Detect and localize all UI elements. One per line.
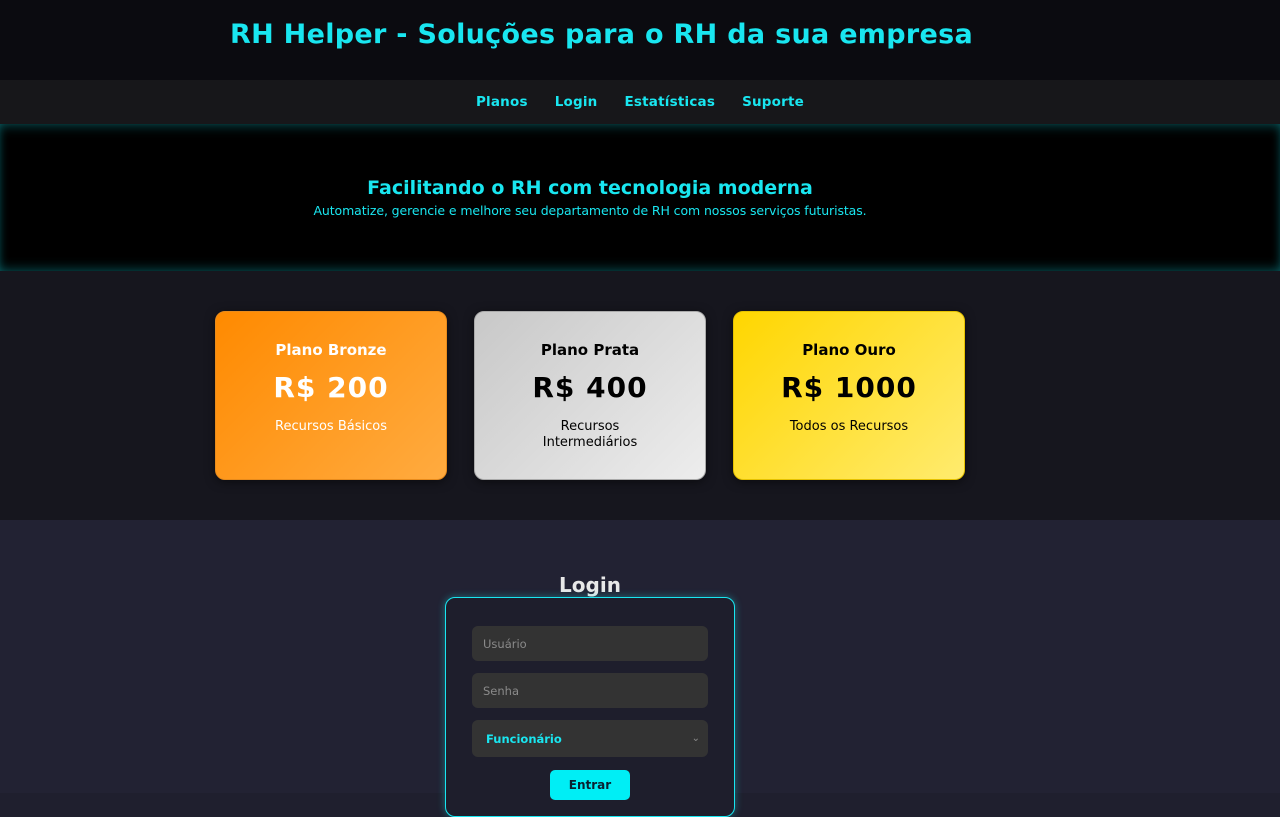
hero-subtitle: Automatize, gerencie e melhore seu depar… bbox=[313, 203, 867, 218]
hero-section: Facilitando o RH com tecnologia moderna … bbox=[0, 124, 1280, 271]
nav-item-login[interactable]: Login bbox=[555, 94, 598, 110]
chevron-down-icon: ⌄ bbox=[691, 733, 700, 744]
main-nav: Planos Login Estatísticas Suporte bbox=[0, 80, 1280, 124]
plan-price: R$ 200 bbox=[273, 371, 389, 404]
role-select[interactable]: Funcionário ⌄ bbox=[472, 720, 708, 757]
plan-name: Plano Bronze bbox=[275, 341, 387, 359]
plan-description: Todos os Recursos bbox=[789, 419, 909, 434]
plan-description: Recursos Intermediários bbox=[542, 419, 638, 450]
plan-name: Plano Prata bbox=[540, 341, 640, 359]
nav-item-planos[interactable]: Planos bbox=[476, 94, 528, 110]
role-select-value: Funcionário bbox=[486, 731, 562, 746]
username-input[interactable] bbox=[472, 626, 708, 661]
site-title: RH Helper - Soluções para o RH da sua em… bbox=[230, 19, 973, 50]
plan-price: R$ 1000 bbox=[781, 371, 917, 404]
plan-description: Recursos Básicos bbox=[275, 419, 387, 434]
login-section: Login Funcionário ⌄ Entrar bbox=[0, 520, 1280, 817]
plan-price: R$ 400 bbox=[532, 371, 648, 404]
plan-name: Plano Ouro bbox=[802, 341, 896, 359]
site-header: RH Helper - Soluções para o RH da sua em… bbox=[0, 0, 1280, 80]
plan-card-ouro[interactable]: Plano Ouro R$ 1000 Todos os Recursos bbox=[733, 311, 965, 480]
login-submit-button[interactable]: Entrar bbox=[550, 770, 630, 800]
hero-title: Facilitando o RH com tecnologia moderna bbox=[367, 177, 813, 199]
plan-card-bronze[interactable]: Plano Bronze R$ 200 Recursos Básicos bbox=[215, 311, 447, 480]
login-form: Funcionário ⌄ Entrar bbox=[445, 597, 735, 817]
nav-item-suporte[interactable]: Suporte bbox=[742, 94, 804, 110]
plans-section: Plano Bronze R$ 200 Recursos Básicos Pla… bbox=[0, 271, 1280, 520]
nav-item-estatisticas[interactable]: Estatísticas bbox=[625, 94, 716, 110]
plan-card-prata[interactable]: Plano Prata R$ 400 Recursos Intermediári… bbox=[474, 311, 706, 480]
password-input[interactable] bbox=[472, 673, 708, 708]
login-title: Login bbox=[559, 573, 621, 597]
